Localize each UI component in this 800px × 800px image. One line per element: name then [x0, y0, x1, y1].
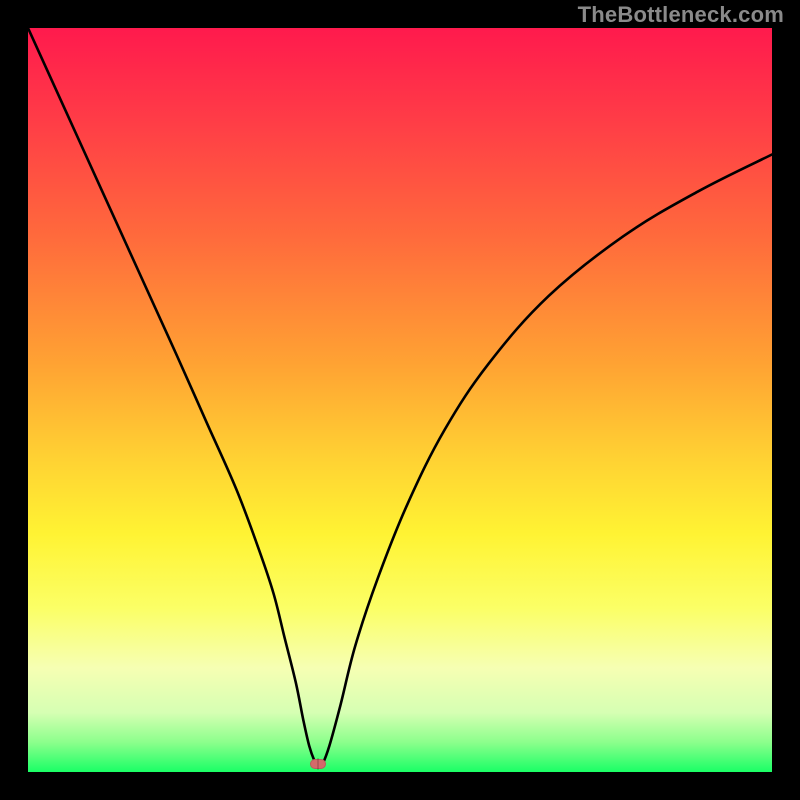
watermark-text: TheBottleneck.com [578, 2, 784, 28]
optimal-point-marker [310, 759, 326, 769]
bottleneck-curve [28, 28, 772, 768]
line-chart-svg [28, 28, 772, 772]
chart-frame: TheBottleneck.com [0, 0, 800, 800]
plot-area [28, 28, 772, 772]
